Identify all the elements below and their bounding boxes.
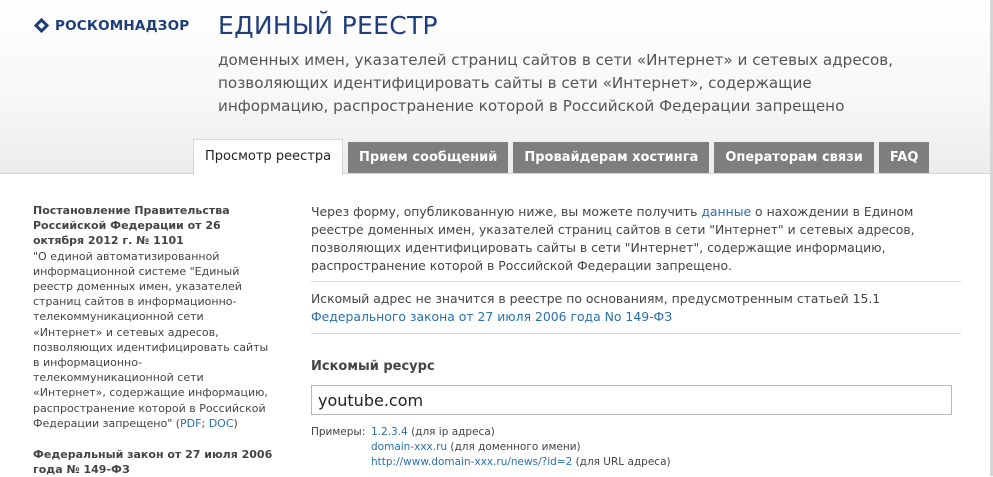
page-subtitle: доменных имен, указателей страниц сайтов…: [218, 51, 894, 115]
decree-title: Постановление Правительства Российской Ф…: [33, 204, 230, 248]
example-domain: domain-xxx.ru (для доменного имени): [371, 440, 671, 455]
close-paren: ): [233, 416, 238, 430]
tab-faq[interactable]: FAQ: [878, 142, 930, 173]
search-status-message: Искомый адрес не значится в реестре по о…: [311, 282, 961, 334]
decree-doc-link[interactable]: DOC: [209, 417, 234, 430]
decree-description: "О единой автоматизированной информацион…: [33, 249, 273, 431]
intro-text: Через форму, опубликованную ниже, вы мож…: [311, 203, 961, 282]
example-ip: 1.2.3.4 (для ip адреса): [371, 425, 671, 440]
logo-emblem-icon: [33, 17, 50, 34]
example-ip-note: (для ip адреса): [407, 426, 495, 438]
logo-text: РОСКОМНАДЗОР: [55, 17, 190, 34]
examples-label: Примеры:: [311, 426, 366, 438]
decree-pdf-link[interactable]: PDF: [180, 417, 201, 430]
examples-list: 1.2.3.4 (для ip адреса) domain-xxx.ru (д…: [371, 425, 671, 470]
resource-search-input[interactable]: [311, 385, 952, 415]
example-url: http://www.domain-xxx.ru/news/?id=2 (для…: [371, 455, 671, 470]
sidebar: Постановление Правительства Российской Ф…: [33, 203, 273, 477]
main-content: Через форму, опубликованную ниже, вы мож…: [311, 203, 961, 470]
example-ip-link[interactable]: 1.2.3.4: [371, 426, 408, 438]
intro-text-before: Через форму, опубликованную ниже, вы мож…: [311, 204, 702, 219]
tab-bar: Просмотр реестра Прием сообщений Провайд…: [193, 139, 934, 175]
link-separator: ;: [201, 416, 209, 430]
data-link[interactable]: данные: [701, 204, 751, 219]
tab-hosting-providers[interactable]: Провайдерам хостинга: [513, 142, 710, 173]
decree-text: "О единой автоматизированной информацион…: [33, 249, 269, 430]
page-title: ЕДИНЫЙ РЕЕСТР: [218, 11, 438, 40]
tab-telecom-operators[interactable]: Операторам связи: [714, 142, 874, 173]
federal-law-title: Федеральный закон от 27 июля 2006 года №…: [33, 448, 273, 477]
tab-registry-view[interactable]: Просмотр реестра: [193, 139, 344, 175]
example-domain-note: (для доменного имени): [447, 441, 581, 453]
example-url-note: (для URL адреса): [572, 456, 671, 468]
federal-law-link[interactable]: Федерального закона от 27 июля 2006 года…: [311, 309, 672, 324]
examples-block: Примеры: 1.2.3.4 (для ip адреса) domain-…: [311, 425, 961, 470]
tab-message-intake[interactable]: Прием сообщений: [348, 142, 509, 173]
status-text: Искомый адрес не значится в реестре по о…: [311, 291, 881, 306]
example-url-link[interactable]: http://www.domain-xxx.ru/news/?id=2: [371, 456, 572, 468]
roskomnadzor-logo[interactable]: РОСКОМНАДЗОР: [33, 17, 189, 34]
example-domain-link[interactable]: domain-xxx.ru: [371, 441, 447, 453]
page-header: РОСКОМНАДЗОР ЕДИНЫЙ РЕЕСТР доменных имен…: [0, 0, 993, 175]
resource-label: Искомый ресурс: [311, 359, 435, 374]
